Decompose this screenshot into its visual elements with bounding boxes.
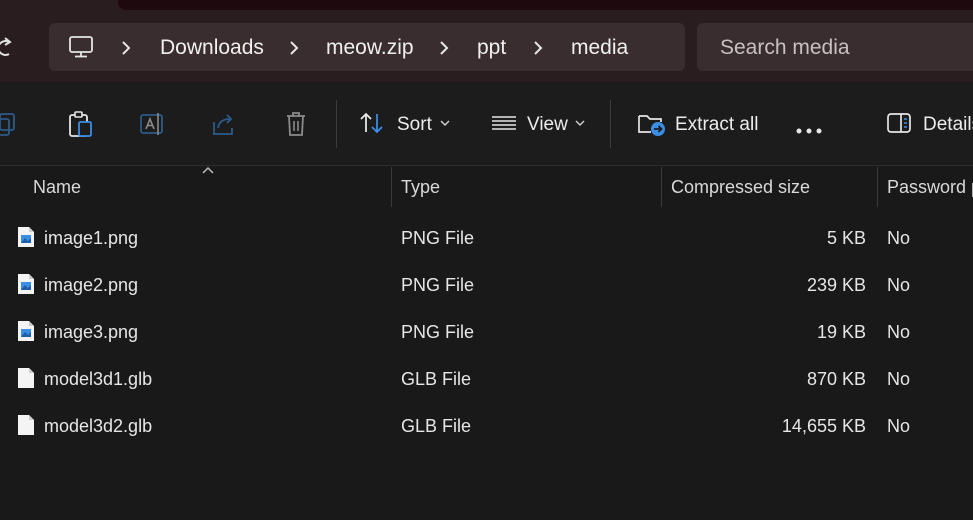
- extract-folder-icon: [638, 115, 665, 136]
- file-compressed-size: 19 KB: [816, 322, 866, 342]
- chevron-down-icon: [440, 120, 450, 127]
- file-compressed-size: 870 KB: [806, 369, 866, 389]
- rename-icon[interactable]: [138, 110, 168, 138]
- extract-all-label: Extract all: [675, 114, 759, 135]
- image-file-icon: [18, 274, 34, 294]
- file-type: PNG File: [401, 228, 475, 248]
- toolbar-separator: [336, 100, 337, 148]
- file-compressed-size: 5 KB: [826, 228, 866, 248]
- file-row[interactable]: model3d2.glb GLB File 14,655 KB No: [0, 403, 973, 450]
- column-divider[interactable]: [661, 167, 662, 207]
- file-compressed-size: 14,655 KB: [781, 416, 866, 436]
- file-row[interactable]: image1.png PNG File 5 KB No: [0, 215, 973, 262]
- view-label: View: [527, 114, 568, 135]
- window-tab-strip: [118, 0, 973, 10]
- paste-icon[interactable]: [66, 110, 96, 138]
- search-input[interactable]: Search media: [697, 23, 973, 71]
- column-header-password[interactable]: Password p: [887, 177, 973, 198]
- chevron-right-icon[interactable]: [437, 39, 451, 57]
- details-pane-icon: [887, 113, 911, 133]
- breadcrumb-media[interactable]: media: [571, 36, 628, 60]
- command-bar: Sort View Extract all Details: [0, 83, 973, 166]
- chevron-right-icon[interactable]: [531, 39, 545, 57]
- share-icon[interactable]: [210, 110, 240, 138]
- file-name[interactable]: model3d1.glb: [44, 369, 152, 390]
- file-password-protected: No: [887, 369, 911, 389]
- file-type: GLB File: [401, 369, 472, 389]
- file-row[interactable]: image2.png PNG File 239 KB No: [0, 262, 973, 309]
- blank-file-icon: [18, 368, 34, 388]
- view-icon: [492, 116, 516, 130]
- refresh-icon[interactable]: [0, 33, 16, 61]
- breadcrumb-meow-zip[interactable]: meow.zip: [326, 36, 414, 60]
- blank-file-icon: [18, 415, 34, 435]
- more-options-icon[interactable]: [794, 117, 824, 145]
- search-placeholder: Search media: [720, 36, 850, 59]
- sort-ascending-icon: [202, 166, 214, 174]
- details-button[interactable]: Details: [886, 105, 973, 143]
- toolbar-separator: [610, 100, 611, 148]
- address-bar[interactable]: Downloads meow.zip ppt media: [49, 23, 685, 71]
- sort-icon: [360, 112, 383, 134]
- breadcrumb-ppt[interactable]: ppt: [477, 36, 506, 60]
- this-pc-icon[interactable]: [68, 35, 94, 59]
- file-compressed-size: 239 KB: [806, 275, 866, 295]
- details-label: Details: [923, 114, 973, 135]
- file-type: PNG File: [401, 322, 475, 342]
- breadcrumb-downloads[interactable]: Downloads: [160, 36, 264, 60]
- sort-label: Sort: [397, 114, 432, 135]
- delete-icon[interactable]: [282, 110, 312, 138]
- chevron-right-icon[interactable]: [287, 39, 301, 57]
- sort-button[interactable]: Sort: [358, 105, 458, 143]
- view-button[interactable]: View: [490, 105, 590, 143]
- file-row[interactable]: image3.png PNG File 19 KB No: [0, 309, 973, 356]
- file-name[interactable]: image1.png: [44, 228, 138, 249]
- column-divider[interactable]: [877, 167, 878, 207]
- file-password-protected: No: [887, 275, 911, 295]
- image-file-icon: [18, 227, 34, 247]
- column-header-type[interactable]: Type: [401, 177, 440, 198]
- copy-icon[interactable]: [0, 110, 22, 138]
- chevron-right-icon[interactable]: [119, 39, 133, 57]
- file-name[interactable]: model3d2.glb: [44, 416, 152, 437]
- column-header-name[interactable]: Name: [33, 177, 81, 198]
- column-header-compressed-size[interactable]: Compressed size: [671, 177, 810, 198]
- file-type: PNG File: [401, 275, 475, 295]
- file-password-protected: No: [887, 322, 911, 342]
- image-file-icon: [18, 321, 34, 341]
- extract-all-button[interactable]: Extract all: [637, 105, 759, 143]
- file-name[interactable]: image2.png: [44, 275, 138, 296]
- file-password-protected: No: [887, 228, 911, 248]
- file-type: GLB File: [401, 416, 472, 436]
- column-header-row: Name Type Compressed size Password p: [0, 165, 973, 209]
- chevron-down-icon: [575, 120, 585, 127]
- file-password-protected: No: [887, 416, 911, 436]
- column-divider[interactable]: [391, 167, 392, 207]
- file-row[interactable]: model3d1.glb GLB File 870 KB No: [0, 356, 973, 403]
- file-name[interactable]: image3.png: [44, 322, 138, 343]
